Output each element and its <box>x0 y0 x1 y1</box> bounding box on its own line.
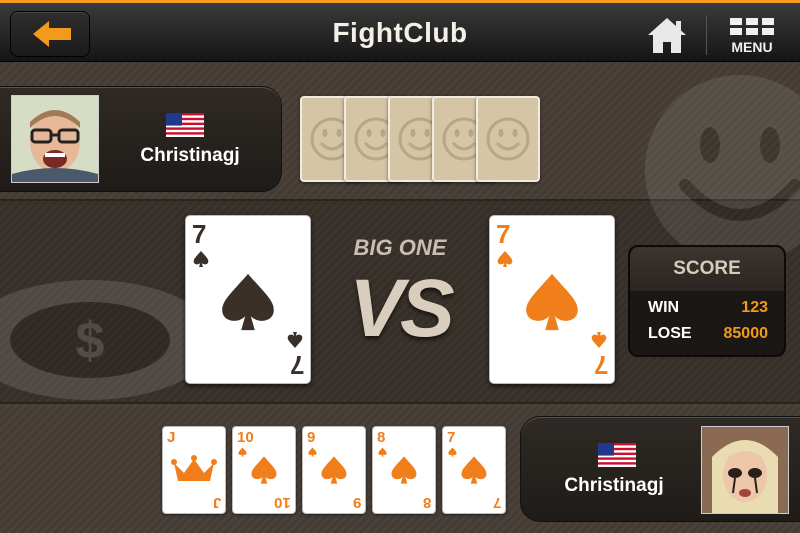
opponent-name: Christinagj <box>140 145 240 166</box>
card-rank: J <box>167 429 176 446</box>
opponent-avatar[interactable] <box>11 95 99 183</box>
spade-icon <box>497 251 513 267</box>
card-rank: 9 <box>307 429 316 446</box>
card-rank: 8 <box>377 429 386 446</box>
spade-icon <box>238 447 247 457</box>
spade-icon <box>308 447 317 457</box>
opponent-played-card: 7 7 <box>185 215 311 384</box>
card-rank: 10 <box>237 429 254 446</box>
top-bar: FightClub MENU <box>0 0 800 62</box>
spade-icon <box>287 332 303 348</box>
score-box: SCORE WIN 123 LOSE 85000 <box>628 245 786 357</box>
hand-card[interactable]: 99 <box>302 426 366 514</box>
player-panel[interactable]: Christinagj <box>520 416 800 522</box>
menu-label: MENU <box>731 39 773 55</box>
win-label: WIN <box>648 299 680 316</box>
player-name: Christinagj <box>564 475 664 496</box>
opponent-panel[interactable]: Christinagj <box>0 86 282 192</box>
smiley-watermark-icon <box>645 75 800 265</box>
card-rank: 7 <box>289 350 304 380</box>
crown-icon <box>171 455 217 481</box>
facedown-card <box>476 96 540 182</box>
card-rank: 9 <box>352 494 361 511</box>
menu-grid-icon <box>730 18 774 35</box>
card-rank: 8 <box>422 494 431 511</box>
us-flag-icon <box>166 113 204 137</box>
card-rank: 7 <box>492 494 501 511</box>
card-rank: 10 <box>274 494 291 511</box>
card-rank: J <box>212 494 221 511</box>
score-title: SCORE <box>630 247 784 291</box>
player-played-card: 7 7 <box>489 215 615 384</box>
menu-button[interactable]: MENU <box>724 15 780 57</box>
versus-label: VS <box>349 263 454 354</box>
win-value: 123 <box>741 299 768 316</box>
spade-icon <box>193 251 209 267</box>
card-rank: 7 <box>496 219 511 249</box>
card-rank: 7 <box>593 350 608 380</box>
smiley-icon <box>486 117 530 161</box>
spade-icon <box>222 273 274 331</box>
card-rank: 7 <box>192 219 207 249</box>
player-avatar[interactable] <box>701 426 789 514</box>
us-flag-icon <box>598 443 636 467</box>
spade-icon <box>391 456 417 484</box>
svg-text:$: $ <box>76 312 105 370</box>
hand-card[interactable]: JJ <box>162 426 226 514</box>
hand-card[interactable]: 88 <box>372 426 436 514</box>
home-icon <box>648 18 686 53</box>
card-rank: 7 <box>447 429 456 446</box>
hand-card[interactable]: 10 10 <box>232 426 296 514</box>
round-label: BIG ONE <box>353 235 447 260</box>
spade-icon <box>378 447 387 457</box>
spade-icon <box>251 456 277 484</box>
hand-card[interactable]: 77 <box>442 426 506 514</box>
spade-icon <box>448 447 457 457</box>
spade-icon <box>526 273 578 331</box>
lose-label: LOSE <box>648 325 692 342</box>
spade-icon <box>461 456 487 484</box>
lose-value: 85000 <box>723 325 769 342</box>
home-button[interactable] <box>645 15 689 55</box>
spade-icon <box>591 332 607 348</box>
spade-icon <box>321 456 347 484</box>
header-separator <box>706 15 707 55</box>
